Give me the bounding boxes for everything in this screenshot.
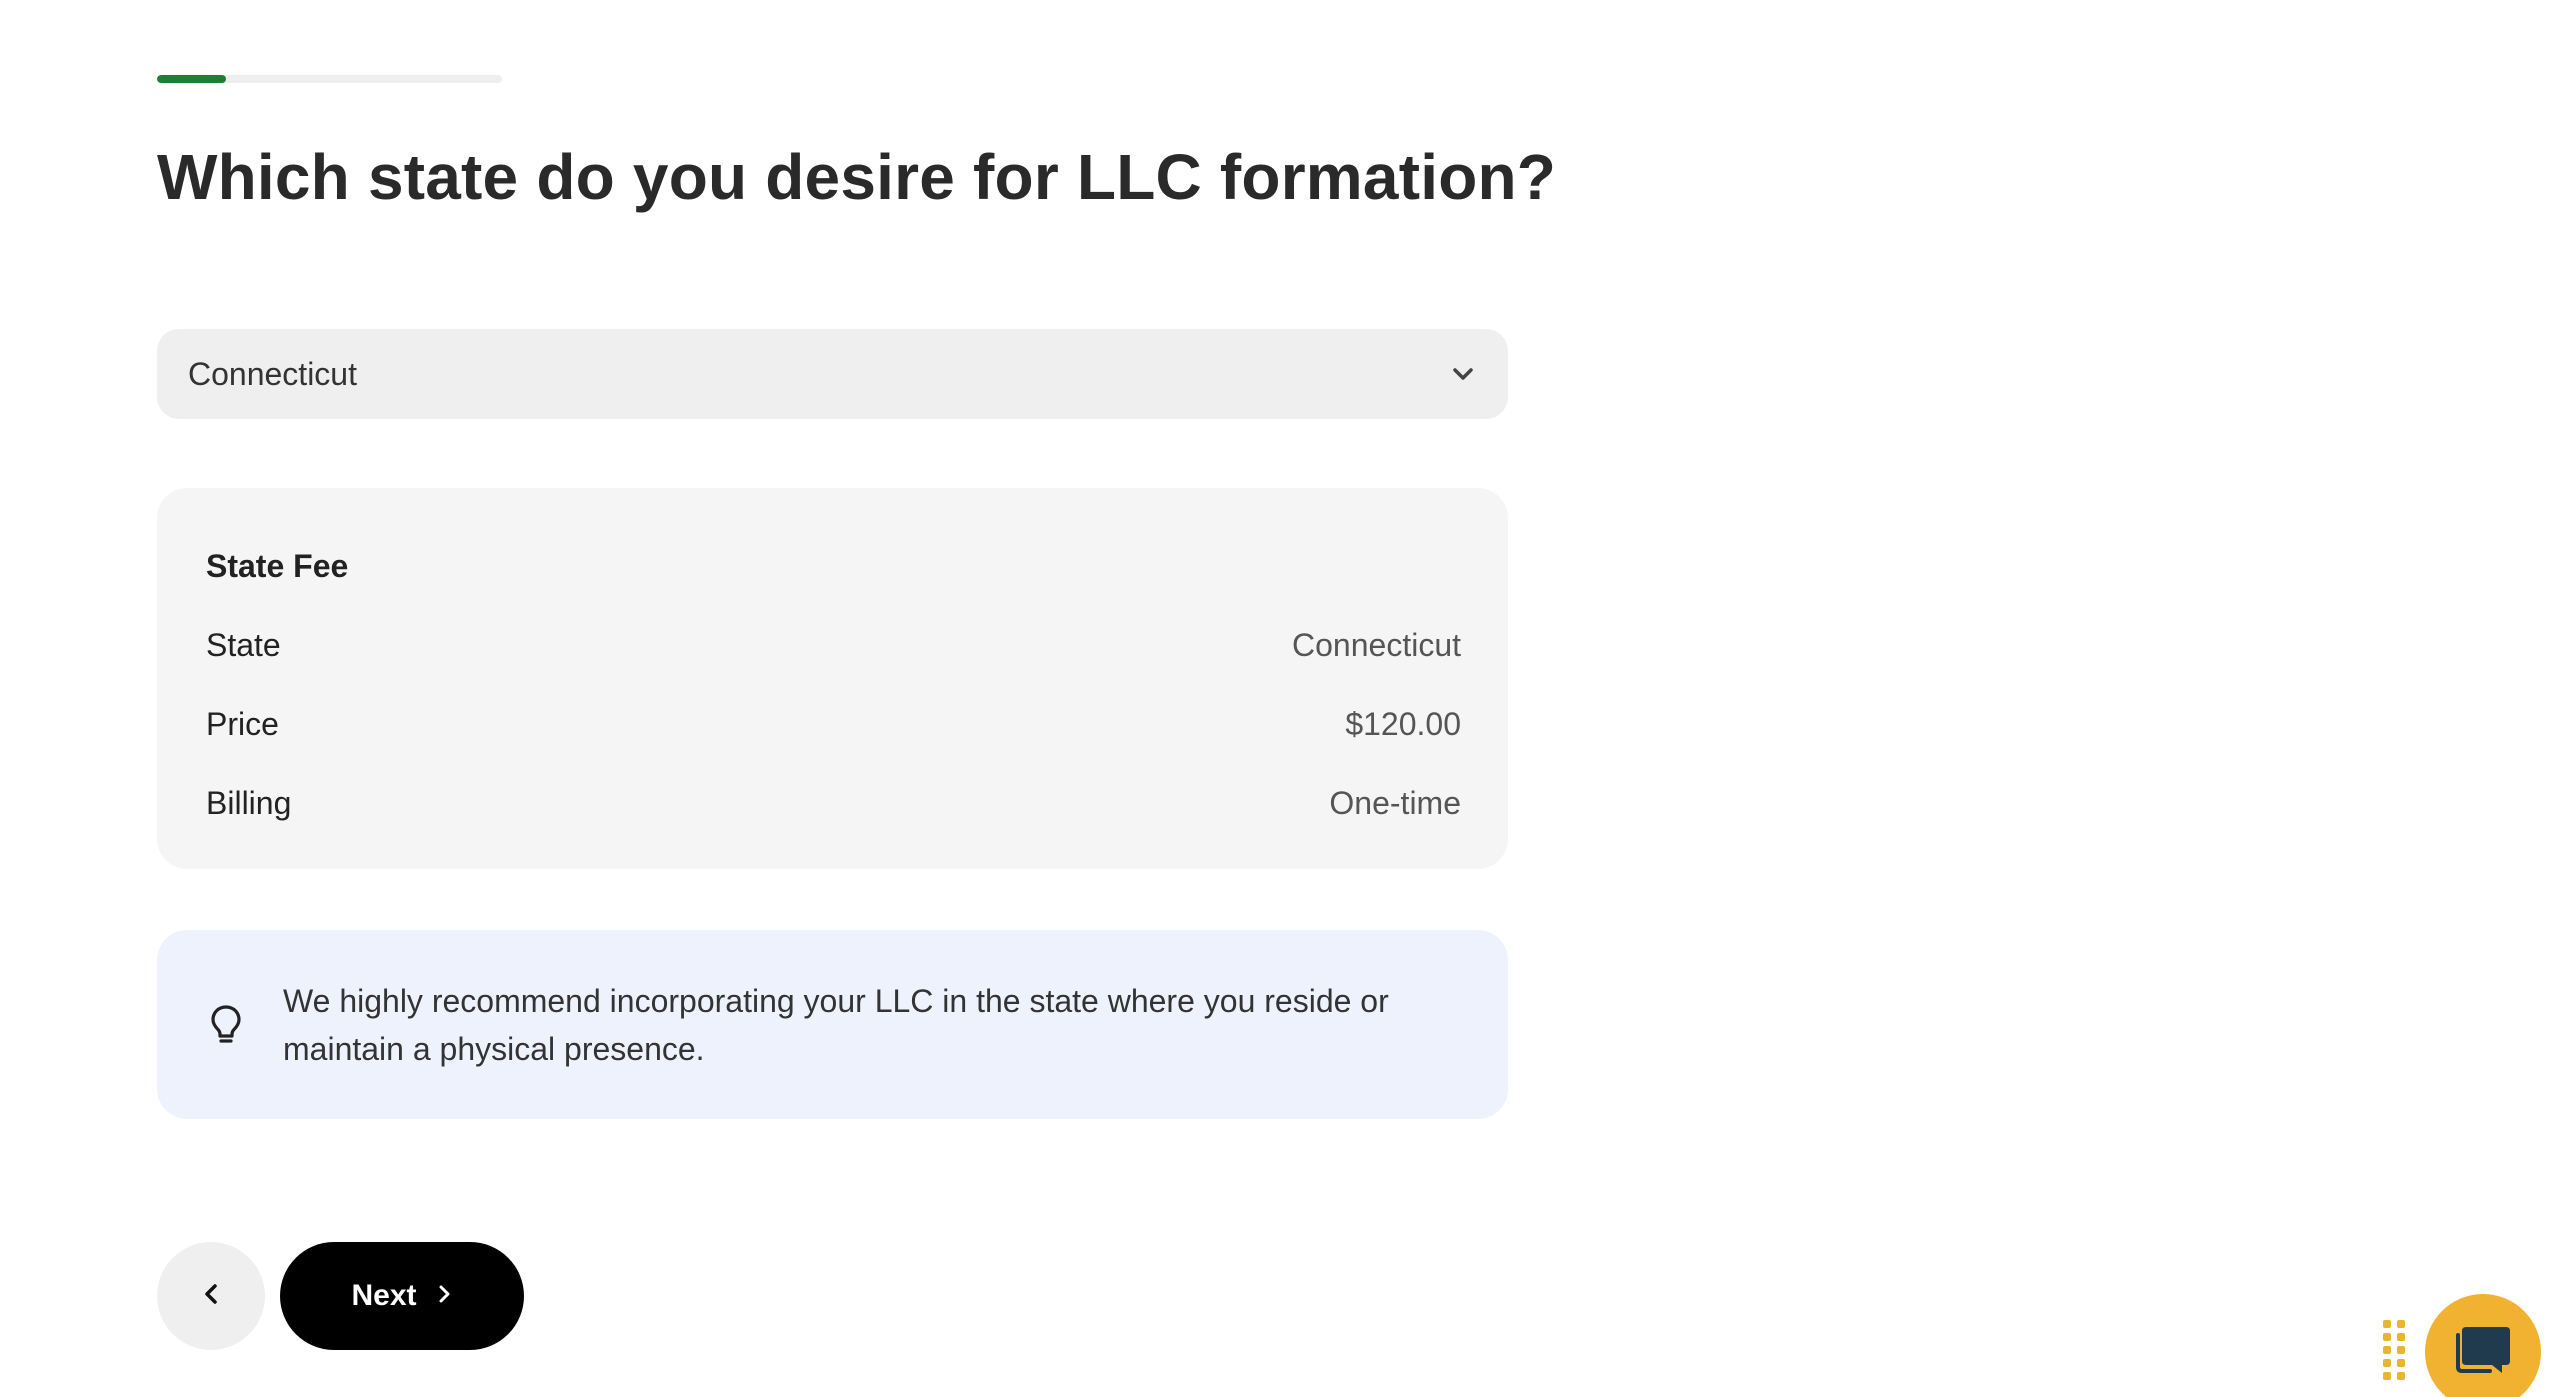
fee-value: One-time bbox=[1329, 785, 1461, 821]
back-button[interactable] bbox=[157, 1242, 265, 1350]
fee-card-title: State Fee bbox=[206, 548, 349, 584]
fee-label: Billing bbox=[206, 785, 292, 821]
drag-handle-icon[interactable] bbox=[2383, 1320, 2407, 1382]
drag-dot bbox=[2397, 1359, 2405, 1367]
page-title: Which state do you desire for LLC format… bbox=[157, 141, 1557, 213]
drag-dot bbox=[2397, 1346, 2405, 1354]
drag-dot bbox=[2383, 1372, 2391, 1380]
next-button[interactable]: Next bbox=[280, 1242, 524, 1350]
fee-value: $120.00 bbox=[1345, 706, 1461, 742]
chevron-down-icon bbox=[1450, 361, 1476, 387]
fee-rows: State Connecticut Price $120.00 Billing … bbox=[206, 606, 1461, 843]
drag-dot bbox=[2383, 1346, 2391, 1354]
chevron-left-icon bbox=[200, 1281, 222, 1312]
lightbulb-icon bbox=[209, 1003, 243, 1047]
next-button-label: Next bbox=[351, 1279, 417, 1312]
drag-dot bbox=[2397, 1320, 2405, 1328]
state-fee-card: State Fee State Connecticut Price $120.0… bbox=[157, 488, 1508, 869]
drag-dot bbox=[2383, 1333, 2391, 1341]
chevron-right-icon bbox=[435, 1282, 453, 1311]
fee-row-state: State Connecticut bbox=[206, 606, 1461, 685]
drag-dot bbox=[2397, 1333, 2405, 1341]
drag-dot bbox=[2383, 1359, 2391, 1367]
fee-label: State bbox=[206, 627, 281, 663]
fee-value: Connecticut bbox=[1292, 627, 1461, 663]
state-select-value: Connecticut bbox=[188, 355, 357, 392]
chat-widget-button[interactable] bbox=[2425, 1294, 2541, 1397]
drag-dot bbox=[2383, 1320, 2391, 1328]
fee-row-price: Price $120.00 bbox=[206, 685, 1461, 764]
state-select[interactable]: Connecticut bbox=[157, 329, 1508, 419]
chat-bubble-icon bbox=[2452, 1321, 2514, 1384]
progress-bar bbox=[157, 75, 502, 83]
drag-dot bbox=[2397, 1372, 2405, 1380]
progress-fill bbox=[157, 75, 226, 83]
llc-state-step-page: Which state do you desire for LLC format… bbox=[0, 0, 2560, 1397]
tip-text: We highly recommend incorporating your L… bbox=[283, 982, 1389, 1067]
fee-label: Price bbox=[206, 706, 279, 742]
fee-row-billing: Billing One-time bbox=[206, 764, 1461, 843]
tip-box: We highly recommend incorporating your L… bbox=[157, 930, 1508, 1119]
